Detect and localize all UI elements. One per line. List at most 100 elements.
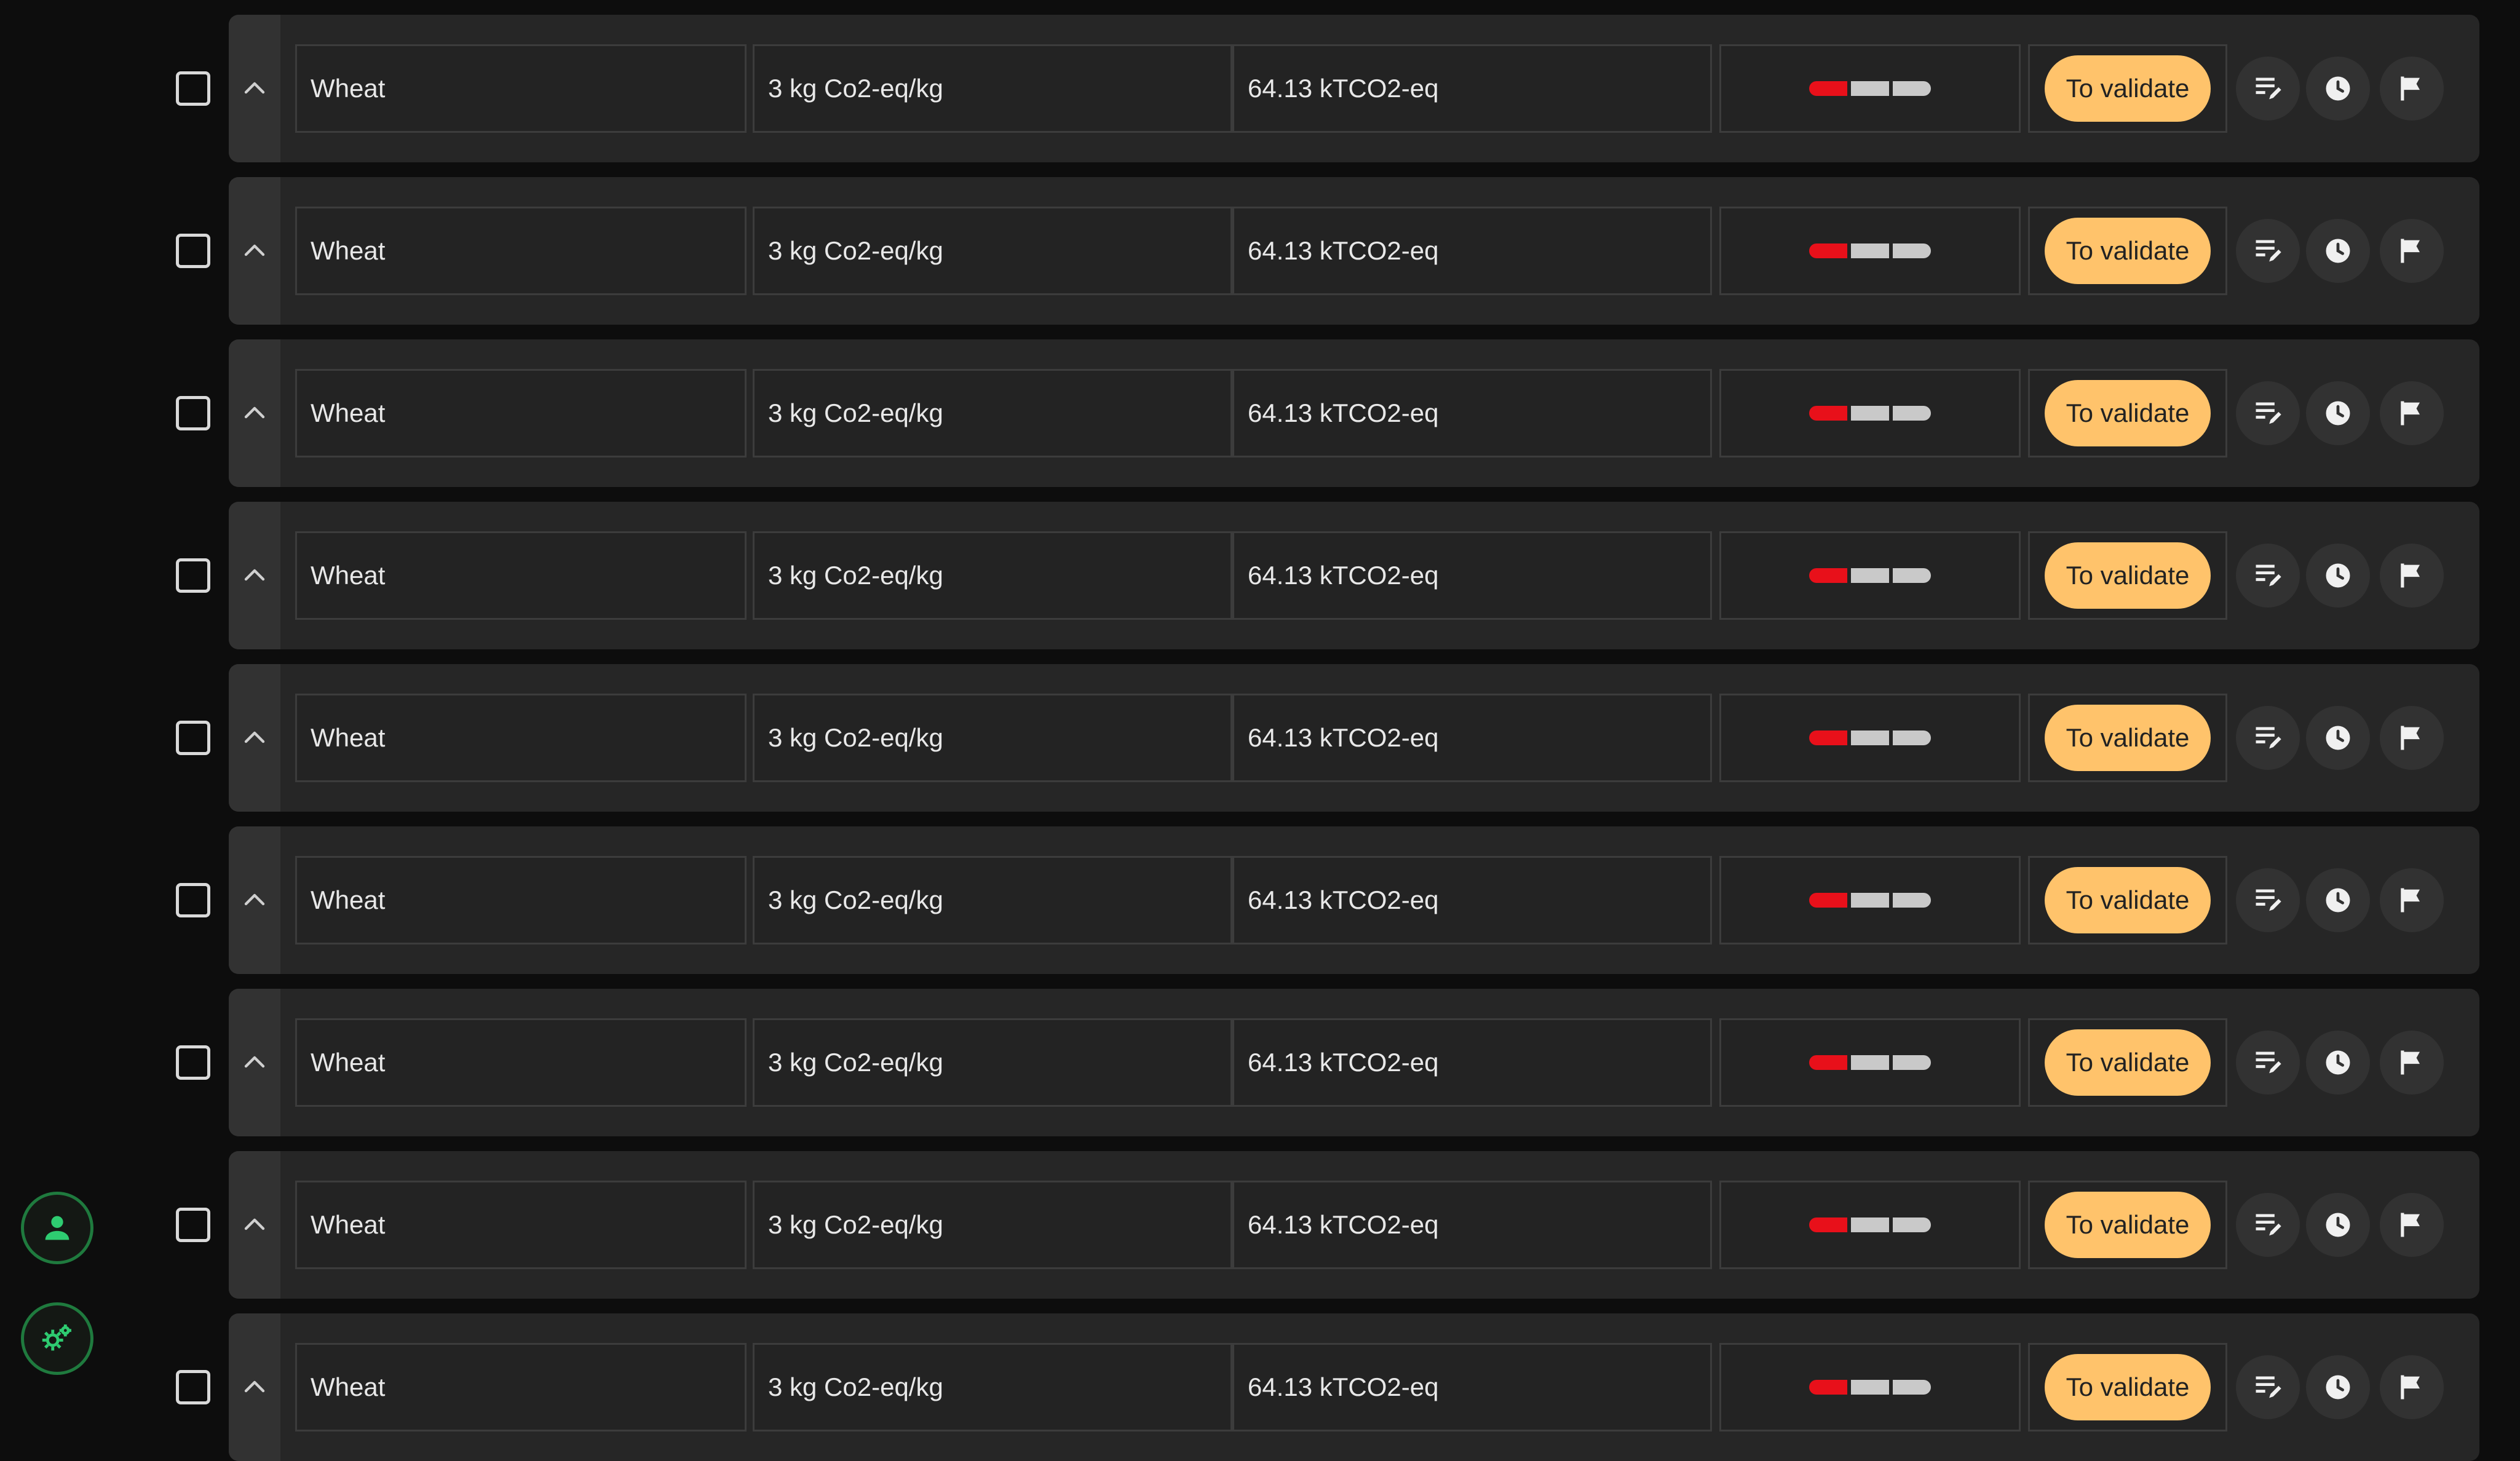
chevron-up-icon xyxy=(244,1218,265,1230)
emission-factor-field[interactable]: 3 kg Co2-eq/kg xyxy=(753,531,1232,620)
edit-button[interactable] xyxy=(2236,868,2300,932)
expand-toggle[interactable] xyxy=(229,502,280,649)
emission-factor-field[interactable]: 3 kg Co2-eq/kg xyxy=(753,1343,1232,1431)
emission-factor-field[interactable]: 3 kg Co2-eq/kg xyxy=(753,856,1232,944)
product-name-field[interactable]: Wheat xyxy=(295,694,747,782)
edit-button[interactable] xyxy=(2236,1355,2300,1419)
expand-toggle[interactable] xyxy=(229,177,280,325)
status-badge[interactable]: To validate xyxy=(2045,380,2211,446)
row-checkbox[interactable] xyxy=(176,1370,210,1404)
flag-button[interactable] xyxy=(2380,1193,2444,1257)
clock-icon xyxy=(2326,1375,2350,1400)
history-button[interactable] xyxy=(2306,1355,2370,1419)
history-button[interactable] xyxy=(2306,1193,2370,1257)
edit-button[interactable] xyxy=(2236,1193,2300,1257)
total-emissions-field[interactable]: 64.13 kTCO2-eq xyxy=(1232,207,1712,295)
product-name-field[interactable]: Wheat xyxy=(295,856,747,944)
flag-button[interactable] xyxy=(2380,219,2444,283)
product-name-field[interactable]: Wheat xyxy=(295,531,747,620)
emission-factor-field[interactable]: 3 kg Co2-eq/kg xyxy=(753,207,1232,295)
status-badge[interactable]: To validate xyxy=(2045,1029,2211,1096)
quality-segment xyxy=(1851,406,1889,421)
product-name-field[interactable]: Wheat xyxy=(295,1018,747,1107)
history-button[interactable] xyxy=(2306,706,2370,770)
edit-note-icon xyxy=(2256,77,2281,100)
flag-button[interactable] xyxy=(2380,1355,2444,1419)
edit-button[interactable] xyxy=(2236,1031,2300,1095)
expand-toggle[interactable] xyxy=(229,15,280,162)
total-emissions-field[interactable]: 64.13 kTCO2-eq xyxy=(1232,1018,1712,1107)
edit-button[interactable] xyxy=(2236,706,2300,770)
settings-button[interactable] xyxy=(21,1302,93,1375)
total-emissions-field[interactable]: 64.13 kTCO2-eq xyxy=(1232,44,1712,133)
expand-toggle[interactable] xyxy=(229,1313,280,1461)
total-emissions-field[interactable]: 64.13 kTCO2-eq xyxy=(1232,531,1712,620)
row-checkbox[interactable] xyxy=(176,558,210,593)
history-button[interactable] xyxy=(2306,381,2370,445)
flag-button[interactable] xyxy=(2380,57,2444,121)
expand-toggle[interactable] xyxy=(229,989,280,1136)
history-button[interactable] xyxy=(2306,219,2370,283)
quality-level-indicator xyxy=(1809,244,1931,258)
status-badge[interactable]: To validate xyxy=(2045,705,2211,771)
row-card: Wheat 3 kg Co2-eq/kg 64.13 kTCO2-eq To v… xyxy=(229,989,2479,1136)
status-badge[interactable]: To validate xyxy=(2045,55,2211,122)
product-name-field[interactable]: Wheat xyxy=(295,369,747,457)
emission-factor-field[interactable]: 3 kg Co2-eq/kg xyxy=(753,1181,1232,1269)
status-cell: To validate xyxy=(2028,531,2227,620)
status-badge[interactable]: To validate xyxy=(2045,1192,2211,1258)
row-checkbox[interactable] xyxy=(176,883,210,917)
emission-factor-field[interactable]: 3 kg Co2-eq/kg xyxy=(753,1018,1232,1107)
row-card: Wheat 3 kg Co2-eq/kg 64.13 kTCO2-eq To v… xyxy=(229,15,2479,162)
gears-icon xyxy=(42,1324,71,1351)
history-button[interactable] xyxy=(2306,1031,2370,1095)
row-checkbox[interactable] xyxy=(176,1208,210,1242)
product-name-field[interactable]: Wheat xyxy=(295,1181,747,1269)
product-name-field[interactable]: Wheat xyxy=(295,1343,747,1431)
flag-button[interactable] xyxy=(2380,868,2444,932)
status-cell: To validate xyxy=(2028,1343,2227,1431)
flag-button[interactable] xyxy=(2380,1031,2444,1095)
edit-button[interactable] xyxy=(2236,219,2300,283)
row-checkbox[interactable] xyxy=(176,71,210,106)
flag-icon xyxy=(2401,1213,2420,1237)
total-emissions-field[interactable]: 64.13 kTCO2-eq xyxy=(1232,1343,1712,1431)
flag-button[interactable] xyxy=(2380,706,2444,770)
total-emissions-field[interactable]: 64.13 kTCO2-eq xyxy=(1232,1181,1712,1269)
edit-button[interactable] xyxy=(2236,544,2300,608)
status-badge[interactable]: To validate xyxy=(2045,218,2211,284)
row-checkbox[interactable] xyxy=(176,396,210,430)
status-badge[interactable]: To validate xyxy=(2045,1354,2211,1420)
quality-segment xyxy=(1851,1380,1889,1395)
emission-factor-field[interactable]: 3 kg Co2-eq/kg xyxy=(753,369,1232,457)
product-name-field[interactable]: Wheat xyxy=(295,207,747,295)
flag-button[interactable] xyxy=(2380,381,2444,445)
flag-button[interactable] xyxy=(2380,544,2444,608)
expand-toggle[interactable] xyxy=(229,339,280,487)
clock-icon xyxy=(2326,726,2350,750)
product-name-field[interactable]: Wheat xyxy=(295,44,747,133)
edit-button[interactable] xyxy=(2236,57,2300,121)
row-checkbox[interactable] xyxy=(176,234,210,268)
total-emissions-field[interactable]: 64.13 kTCO2-eq xyxy=(1232,856,1712,944)
clock-icon xyxy=(2326,888,2350,913)
status-badge[interactable]: To validate xyxy=(2045,542,2211,609)
total-emissions-field[interactable]: 64.13 kTCO2-eq xyxy=(1232,694,1712,782)
emission-factor-field[interactable]: 3 kg Co2-eq/kg xyxy=(753,44,1232,133)
user-profile-button[interactable] xyxy=(21,1192,93,1264)
history-button[interactable] xyxy=(2306,868,2370,932)
history-button[interactable] xyxy=(2306,57,2370,121)
edit-button[interactable] xyxy=(2236,381,2300,445)
emission-factor-field[interactable]: 3 kg Co2-eq/kg xyxy=(753,694,1232,782)
clock-icon xyxy=(2326,563,2350,588)
expand-toggle[interactable] xyxy=(229,664,280,812)
status-badge[interactable]: To validate xyxy=(2045,867,2211,933)
history-button[interactable] xyxy=(2306,544,2370,608)
quality-level-cell xyxy=(1719,369,2021,457)
row-checkbox[interactable] xyxy=(176,721,210,755)
edit-note-icon xyxy=(2256,240,2281,262)
row-checkbox[interactable] xyxy=(176,1045,210,1080)
expand-toggle[interactable] xyxy=(229,826,280,974)
expand-toggle[interactable] xyxy=(229,1151,280,1299)
total-emissions-field[interactable]: 64.13 kTCO2-eq xyxy=(1232,369,1712,457)
